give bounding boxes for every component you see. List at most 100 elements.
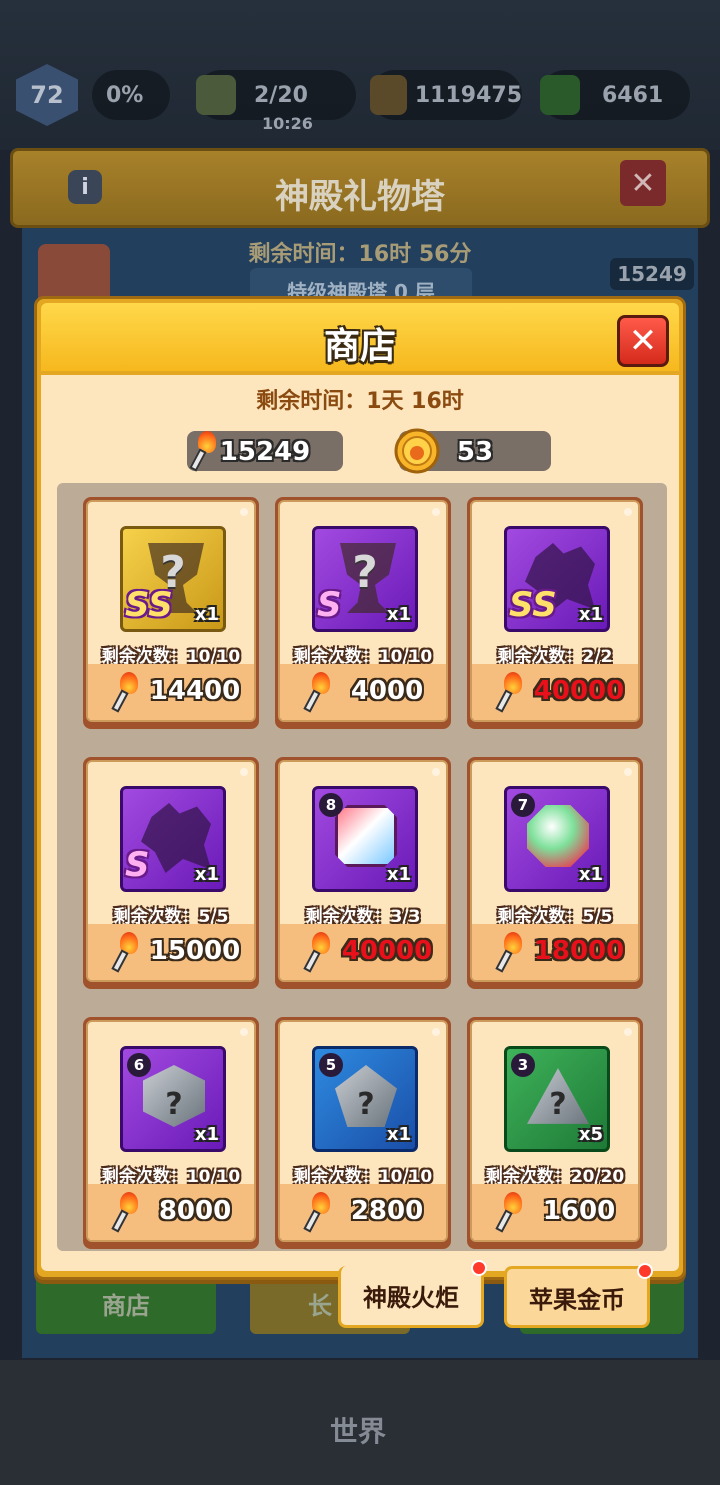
item-thumbnail: 8 x1 (312, 786, 418, 892)
shop-item-inner: SS x1 剩余次数：2/2 40000 (470, 500, 640, 722)
price-button[interactable]: 1600 (472, 1184, 638, 1240)
grade-badge: S (125, 845, 150, 885)
background-shop-button: 商店 (36, 1272, 216, 1334)
item-price: 4000 (350, 676, 424, 706)
tab-temple-torch[interactable]: 神殿火炬 (338, 1260, 487, 1328)
shop-item-card[interactable]: 7 x1 剩余次数：5/5 18000 (467, 757, 643, 989)
tristone-gem-icon: ? (527, 1068, 589, 1124)
shop-item-card[interactable]: SS x1 剩余次数：2/2 40000 (467, 497, 643, 729)
greenstone-gem-icon (527, 805, 589, 867)
shop-item-inner: ? SS x1 剩余次数：10/10 14400 (86, 500, 256, 722)
price-button[interactable]: 8000 (88, 1184, 254, 1240)
item-price: 18000 (533, 936, 625, 966)
price-button[interactable]: 4000 (280, 664, 446, 720)
item-quantity: x1 (386, 1124, 411, 1145)
item-price: 40000 (341, 936, 433, 966)
price-button[interactable]: 18000 (472, 924, 638, 980)
shop-item-card[interactable]: ? 3 x5 剩余次数：20/20 1600 (467, 1017, 643, 1249)
background-torch-count: 15249 (610, 258, 694, 290)
torch-icon (303, 1192, 334, 1233)
question-mark-icon: ? (165, 1087, 183, 1122)
level-badge: 3 (511, 1053, 535, 1077)
shop-item-grid: ? SS x1 剩余次数：10/10 14400? Sx1 剩余次数：10/10 4000 SS… (57, 483, 667, 1251)
gems-text: 6461 (602, 82, 664, 108)
hexstone-gem-icon: ? (143, 1065, 205, 1127)
price-button[interactable]: 15000 (88, 924, 254, 980)
stamina-bar: 2/20 (196, 70, 356, 120)
background-header: 神殿礼物塔 (10, 148, 710, 228)
torch-icon (495, 1192, 526, 1233)
shop-title: 商店 (323, 326, 396, 367)
item-quantity: x1 (386, 864, 411, 885)
gold-icon (370, 75, 407, 115)
torch-icon (495, 932, 526, 973)
question-mark-icon: ? (357, 1087, 375, 1122)
shop-item-card[interactable]: ? 5 x1 剩余次数：10/10 2800 (275, 1017, 451, 1249)
shop-item-inner: 7 x1 剩余次数：5/5 18000 (470, 760, 640, 982)
level-badge: 6 (127, 1053, 151, 1077)
nav-world-label: 世界 (330, 1415, 387, 1448)
price-button[interactable]: 2800 (280, 1184, 446, 1240)
item-thumbnail: ? 3 x5 (504, 1046, 610, 1152)
card-corner-dot-icon (432, 768, 440, 776)
level-badge: 8 (319, 793, 343, 817)
shop-item-card[interactable]: ? Sx1 剩余次数：10/10 4000 (275, 497, 451, 729)
apple-coin-currency: 53 (394, 428, 551, 474)
shop-modal: 商店 ✕ 剩余时间：1天 16时 15249 53 ? SS x1 剩余次数：10/1… (34, 296, 686, 1280)
item-thumbnail: 7 x1 (504, 786, 610, 892)
shop-item-inner: 8 x1 剩余次数：3/3 40000 (278, 760, 448, 982)
card-corner-dot-icon (240, 508, 248, 516)
stamina-text: 2/20 (254, 82, 308, 108)
item-thumbnail: ? 5 x1 (312, 1046, 418, 1152)
card-corner-dot-icon (432, 508, 440, 516)
gems-bar: 6461 (540, 70, 690, 120)
item-price: 1600 (542, 1196, 616, 1226)
level-badge: 7 (511, 793, 535, 817)
mystery-dragon-icon (141, 803, 211, 873)
item-thumbnail: SS x1 (504, 526, 610, 632)
level-badge: 5 (319, 1053, 343, 1077)
shop-item-inner: ? Sx1 剩余次数：10/10 4000 (278, 500, 448, 722)
gold-bar: 1119475 (370, 70, 522, 120)
torch-icon (111, 672, 142, 713)
item-price: 15000 (149, 936, 241, 966)
item-price: 2800 (350, 1196, 424, 1226)
price-button[interactable]: 40000 (280, 924, 446, 980)
item-quantity: x1 (194, 864, 219, 885)
stamina-icon (196, 75, 236, 115)
item-thumbnail: Sx1 (120, 786, 226, 892)
card-corner-dot-icon (624, 1028, 632, 1036)
item-quantity: x5 (578, 1124, 603, 1145)
shop-item-inner: Sx1 剩余次数：5/5 15000 (86, 760, 256, 982)
gem-icon (540, 75, 580, 115)
shop-item-card[interactable]: ? SS x1 剩余次数：10/10 14400 (83, 497, 259, 729)
item-price: 14400 (149, 676, 241, 706)
tab-apple-coin[interactable]: 苹果金币 (504, 1263, 653, 1328)
card-corner-dot-icon (240, 1028, 248, 1036)
shop-content: 剩余时间：1天 16时 15249 53 ? SS x1 剩余次数：10/10 1440… (41, 375, 679, 1271)
price-button[interactable]: 40000 (472, 664, 638, 720)
item-quantity: x1 (386, 604, 411, 625)
pentstone-gem-icon: ? (335, 1065, 397, 1127)
shop-item-card[interactable]: ? 6 x1 剩余次数：10/10 8000 (83, 1017, 259, 1249)
shop-item-inner: ? 5 x1 剩余次数：10/10 2800 (278, 1020, 448, 1242)
progress-percent: 0% (92, 70, 170, 120)
shop-item-inner: ? 6 x1 剩余次数：10/10 8000 (86, 1020, 256, 1242)
close-button[interactable]: ✕ (617, 315, 669, 367)
item-thumbnail: ? 6 x1 (120, 1046, 226, 1152)
price-button[interactable]: 14400 (88, 664, 254, 720)
tab-temple-torch-label: 神殿火炬 (363, 1284, 459, 1312)
grade-badge: S (317, 585, 342, 625)
torch-icon (303, 672, 334, 713)
apple-coin-value: 53 (456, 437, 494, 467)
notification-dot-icon (637, 1263, 653, 1279)
shop-item-card[interactable]: Sx1 剩余次数：5/5 15000 (83, 757, 259, 989)
item-price: 8000 (158, 1196, 232, 1226)
shop-remaining-time: 剩余时间：1天 16时 (256, 389, 464, 414)
card-corner-dot-icon (432, 1028, 440, 1036)
shop-item-card[interactable]: 8 x1 剩余次数：3/3 40000 (275, 757, 451, 989)
card-corner-dot-icon (624, 768, 632, 776)
question-mark-icon: ? (549, 1087, 567, 1122)
torch-icon (303, 932, 334, 973)
item-quantity: x1 (194, 1124, 219, 1145)
